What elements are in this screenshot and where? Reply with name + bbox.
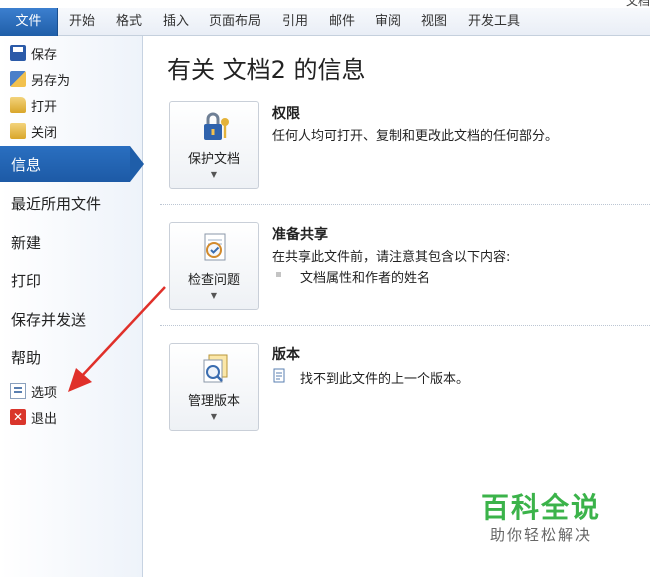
tab-view[interactable]: 视图 [421,8,447,36]
tab-mailings[interactable]: 邮件 [329,8,355,36]
section-desc-versions: 找不到此文件的上一个版本。 [300,372,470,387]
manage-versions-button[interactable]: 管理版本 ▼ [169,343,259,431]
section-divider [160,204,650,205]
page-title: 有关 文档2 的信息 [167,56,366,84]
section-divider [160,325,650,326]
options-icon [10,383,26,399]
section-title-prepare-share: 准备共享 [272,227,328,243]
sidebar-item-open[interactable]: 打开 [10,94,57,116]
sidebar-item-label: 保存 [31,47,58,63]
sidebar-item-print[interactable]: 打印 [0,262,143,298]
tab-review[interactable]: 审阅 [375,8,401,36]
version-document-icon [273,368,287,384]
button-label: 检查问题 [187,273,240,288]
tab-insert[interactable]: 插入 [163,8,189,36]
versions-icon [203,354,228,383]
sidebar-item-exit[interactable]: ✕ 退出 [10,406,57,428]
chevron-down-icon: ▼ [210,170,218,179]
sidebar-item-label: 选项 [31,385,58,401]
lock-key-icon [204,112,229,140]
protect-document-button[interactable]: 保护文档 ▼ [169,101,259,189]
title-bar: 文档 [0,0,650,8]
section-desc-prepare-share: 在共享此文件前，请注意其包含以下内容: [272,250,511,265]
section-title-versions: 版本 [272,347,300,363]
tab-home[interactable]: 开始 [69,8,95,36]
sidebar-item-save-send[interactable]: 保存并发送 [0,301,143,337]
sidebar-item-label: 退出 [31,411,58,427]
sidebar-item-info[interactable]: 信息 [0,146,144,182]
sidebar-item-close[interactable]: 关闭 [10,120,57,142]
save-as-icon [10,71,26,87]
close-folder-icon [10,123,26,139]
check-issues-button[interactable]: 检查问题 ▼ [169,222,259,310]
open-folder-icon [10,97,26,113]
tab-file[interactable]: 文件 [0,8,58,36]
button-label: 保护文档 [187,152,240,167]
sidebar-item-label: 关闭 [31,125,58,141]
button-label: 管理版本 [187,394,240,409]
sidebar-item-new[interactable]: 新建 [0,224,143,260]
sidebar-item-recent[interactable]: 最近所用文件 [0,185,143,221]
ribbon-tab-bar: 文件 开始 格式 插入 页面布局 引用 邮件 审阅 视图 开发工具 [0,8,650,36]
inspect-document-icon [204,233,226,261]
tab-references[interactable]: 引用 [282,8,308,36]
section-title-permissions: 权限 [272,106,300,122]
sidebar-item-label: 打开 [31,99,58,115]
watermark-title: 百科全说 [481,491,602,524]
tab-format[interactable]: 格式 [116,8,142,36]
bullet-marker [276,272,281,277]
tab-page-layout[interactable]: 页面布局 [209,8,261,36]
chevron-down-icon: ▼ [210,412,218,421]
sidebar-item-save-as[interactable]: 另存为 [10,68,70,90]
sidebar-item-label: 另存为 [31,73,71,89]
save-icon [10,45,26,61]
bullet-text: 文档属性和作者的姓名 [300,271,431,286]
exit-icon: ✕ [10,409,26,425]
sidebar-item-save[interactable]: 保存 [10,42,57,64]
sidebar-item-options[interactable]: 选项 [10,380,57,402]
sidebar-item-help[interactable]: 帮助 [0,339,143,375]
section-desc-permissions: 任何人均可打开、复制和更改此文档的任何部分。 [272,129,559,144]
watermark-subtitle: 助你轻松解决 [490,526,593,544]
tab-developer[interactable]: 开发工具 [468,8,520,36]
chevron-down-icon: ▼ [210,291,218,300]
